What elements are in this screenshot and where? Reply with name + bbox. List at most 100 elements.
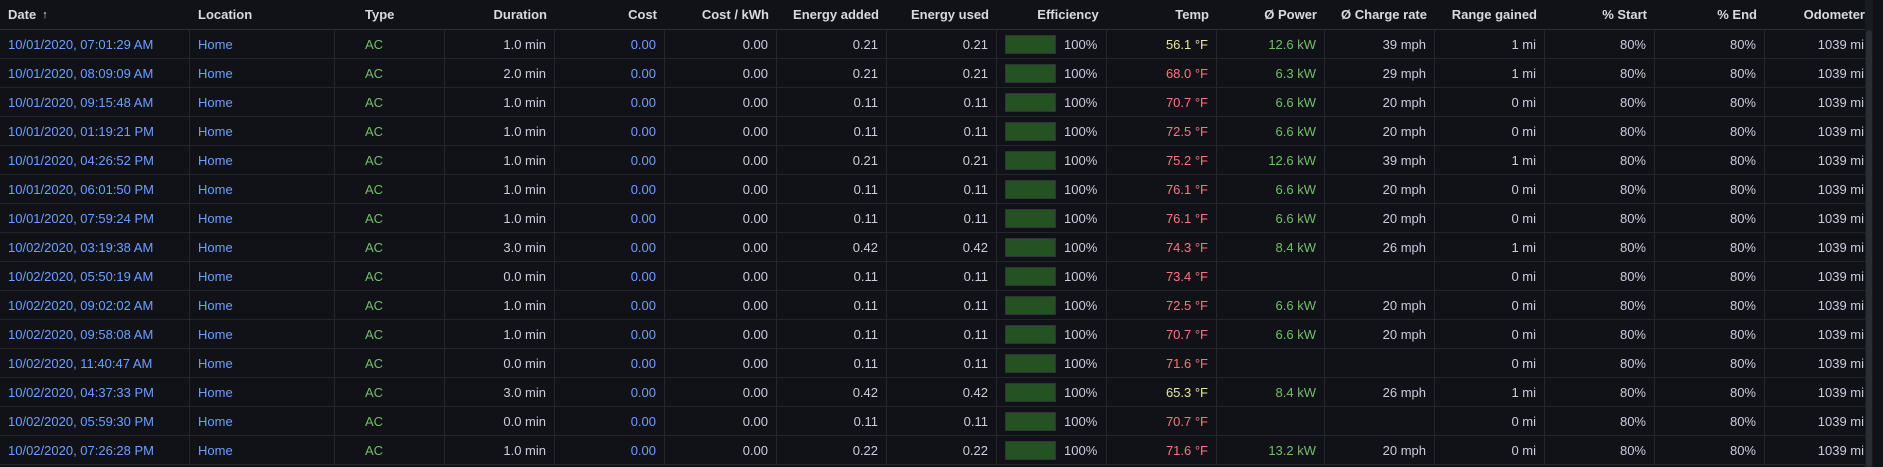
cell-date-value[interactable]: 10/02/2020, 09:02:02 AM <box>8 298 153 313</box>
cell-cost[interactable]: 0.00 <box>555 291 665 319</box>
cell-cost-value[interactable]: 0.00 <box>631 327 656 342</box>
cell-location-value[interactable]: Home <box>198 182 233 197</box>
cell-cost-value[interactable]: 0.00 <box>631 124 656 139</box>
cell-date-value[interactable]: 10/02/2020, 09:58:08 AM <box>8 327 153 342</box>
cell-location[interactable]: Home <box>190 233 335 261</box>
cell-date[interactable]: 10/02/2020, 07:26:28 PM <box>0 436 190 464</box>
cell-cost[interactable]: 0.00 <box>555 175 665 203</box>
cell-location-value[interactable]: Home <box>198 153 233 168</box>
cell-location-value[interactable]: Home <box>198 66 233 81</box>
cell-date[interactable]: 10/02/2020, 09:02:02 AM <box>0 291 190 319</box>
cell-date-value[interactable]: 10/01/2020, 08:09:09 AM <box>8 66 153 81</box>
cell-location-value[interactable]: Home <box>198 443 233 458</box>
cell-cost[interactable]: 0.00 <box>555 349 665 377</box>
cell-location[interactable]: Home <box>190 262 335 290</box>
cell-cost-value[interactable]: 0.00 <box>631 385 656 400</box>
col-header-temp[interactable]: Temp <box>1107 0 1217 29</box>
cell-location[interactable]: Home <box>190 175 335 203</box>
cell-cost-value[interactable]: 0.00 <box>631 66 656 81</box>
cell-cost-value[interactable]: 0.00 <box>631 414 656 429</box>
col-header-charge-rate[interactable]: Ø Charge rate <box>1325 0 1435 29</box>
col-header-range-gained[interactable]: Range gained <box>1435 0 1545 29</box>
cell-cost-value[interactable]: 0.00 <box>631 356 656 371</box>
cell-cost[interactable]: 0.00 <box>555 320 665 348</box>
cell-cost[interactable]: 0.00 <box>555 88 665 116</box>
col-header-duration[interactable]: Duration <box>445 0 555 29</box>
cell-cost[interactable]: 0.00 <box>555 146 665 174</box>
cell-location-value[interactable]: Home <box>198 327 233 342</box>
cell-location[interactable]: Home <box>190 320 335 348</box>
cell-date[interactable]: 10/02/2020, 09:58:08 AM <box>0 320 190 348</box>
col-header-energy-added[interactable]: Energy added <box>777 0 887 29</box>
cell-date-value[interactable]: 10/01/2020, 07:01:29 AM <box>8 37 153 52</box>
cell-cost-value[interactable]: 0.00 <box>631 298 656 313</box>
cell-location-value[interactable]: Home <box>198 37 233 52</box>
cell-date[interactable]: 10/01/2020, 08:09:09 AM <box>0 59 190 87</box>
cell-cost[interactable]: 0.00 <box>555 117 665 145</box>
cell-location-value[interactable]: Home <box>198 414 233 429</box>
cell-date-value[interactable]: 10/02/2020, 05:50:19 AM <box>8 269 153 284</box>
cell-cost[interactable]: 0.00 <box>555 59 665 87</box>
cell-cost-value[interactable]: 0.00 <box>631 269 656 284</box>
cell-location[interactable]: Home <box>190 146 335 174</box>
cell-date[interactable]: 10/02/2020, 05:50:19 AM <box>0 262 190 290</box>
col-header-location[interactable]: Location <box>190 0 335 29</box>
cell-location[interactable]: Home <box>190 349 335 377</box>
cell-date-value[interactable]: 10/01/2020, 04:26:52 PM <box>8 153 154 168</box>
cell-cost-value[interactable]: 0.00 <box>631 443 656 458</box>
col-header-cost-kwh[interactable]: Cost / kWh <box>665 0 777 29</box>
cell-cost-value[interactable]: 0.00 <box>631 182 656 197</box>
cell-cost[interactable]: 0.00 <box>555 407 665 435</box>
cell-location-value[interactable]: Home <box>198 124 233 139</box>
cell-location-value[interactable]: Home <box>198 298 233 313</box>
cell-location[interactable]: Home <box>190 88 335 116</box>
cell-date[interactable]: 10/02/2020, 11:40:47 AM <box>0 349 190 377</box>
col-header-pct-end[interactable]: % End <box>1655 0 1765 29</box>
cell-location-value[interactable]: Home <box>198 356 233 371</box>
cell-date-value[interactable]: 10/02/2020, 04:37:33 PM <box>8 385 154 400</box>
cell-date-value[interactable]: 10/02/2020, 03:19:38 AM <box>8 240 153 255</box>
cell-date[interactable]: 10/01/2020, 07:01:29 AM <box>0 30 190 58</box>
col-header-power[interactable]: Ø Power <box>1217 0 1325 29</box>
cell-date-value[interactable]: 10/02/2020, 11:40:47 AM <box>8 356 152 371</box>
vertical-scrollbar[interactable] <box>1865 0 1873 467</box>
cell-date-value[interactable]: 10/01/2020, 01:19:21 PM <box>8 124 154 139</box>
cell-location[interactable]: Home <box>190 117 335 145</box>
cell-date[interactable]: 10/02/2020, 03:19:38 AM <box>0 233 190 261</box>
col-header-energy-used[interactable]: Energy used <box>887 0 997 29</box>
cell-date[interactable]: 10/01/2020, 01:19:21 PM <box>0 117 190 145</box>
cell-cost-value[interactable]: 0.00 <box>631 211 656 226</box>
cell-date[interactable]: 10/01/2020, 06:01:50 PM <box>0 175 190 203</box>
cell-location[interactable]: Home <box>190 291 335 319</box>
cell-location-value[interactable]: Home <box>198 385 233 400</box>
cell-location[interactable]: Home <box>190 407 335 435</box>
cell-location[interactable]: Home <box>190 378 335 406</box>
cell-location-value[interactable]: Home <box>198 95 233 110</box>
cell-date-value[interactable]: 10/01/2020, 07:59:24 PM <box>8 211 154 226</box>
cell-location-value[interactable]: Home <box>198 269 233 284</box>
cell-cost[interactable]: 0.00 <box>555 30 665 58</box>
cell-cost-value[interactable]: 0.00 <box>631 95 656 110</box>
cell-cost-value[interactable]: 0.00 <box>631 153 656 168</box>
cell-location[interactable]: Home <box>190 30 335 58</box>
cell-cost[interactable]: 0.00 <box>555 262 665 290</box>
cell-date[interactable]: 10/01/2020, 07:59:24 PM <box>0 204 190 232</box>
cell-location-value[interactable]: Home <box>198 240 233 255</box>
cell-date[interactable]: 10/01/2020, 09:15:48 AM <box>0 88 190 116</box>
cell-cost[interactable]: 0.00 <box>555 204 665 232</box>
cell-date-value[interactable]: 10/02/2020, 05:59:30 PM <box>8 414 154 429</box>
cell-cost-value[interactable]: 0.00 <box>631 240 656 255</box>
cell-location-value[interactable]: Home <box>198 211 233 226</box>
cell-date[interactable]: 10/01/2020, 04:26:52 PM <box>0 146 190 174</box>
col-header-type[interactable]: Type <box>335 0 445 29</box>
cell-location[interactable]: Home <box>190 204 335 232</box>
cell-date[interactable]: 10/02/2020, 05:59:30 PM <box>0 407 190 435</box>
cell-date[interactable]: 10/02/2020, 04:37:33 PM <box>0 378 190 406</box>
cell-date-value[interactable]: 10/01/2020, 09:15:48 AM <box>8 95 153 110</box>
col-header-date[interactable]: Date ↑ <box>0 0 190 29</box>
cell-cost[interactable]: 0.00 <box>555 233 665 261</box>
col-header-pct-start[interactable]: % Start <box>1545 0 1655 29</box>
col-header-odometer[interactable]: Odometer <box>1765 0 1873 29</box>
col-header-cost[interactable]: Cost <box>555 0 665 29</box>
cell-location[interactable]: Home <box>190 436 335 464</box>
